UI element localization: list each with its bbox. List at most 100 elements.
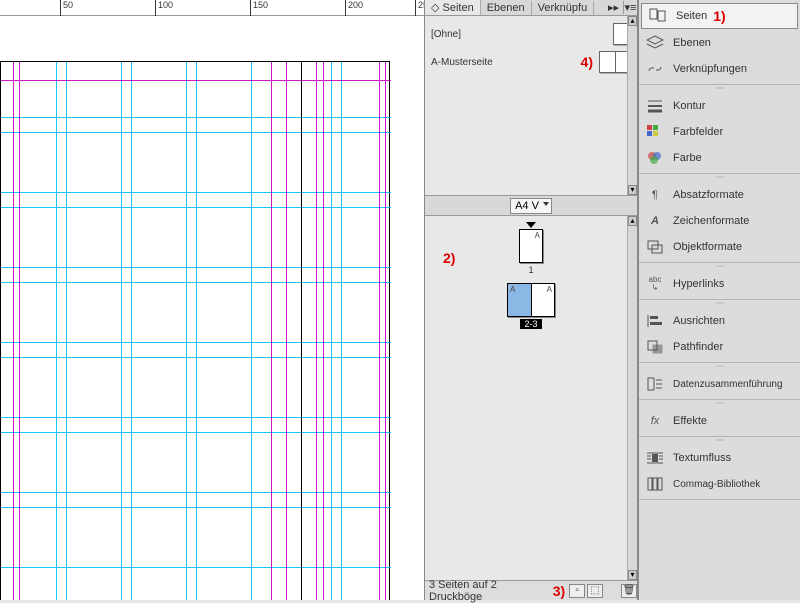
new-page-icon[interactable]: ⬚: [587, 584, 603, 598]
pages-icon: [648, 7, 668, 25]
dock-item-paragraph-styles[interactable]: ¶ Absatzformate: [639, 182, 800, 208]
spread-2-3[interactable]: A A: [507, 283, 555, 317]
panel-dock: Seiten 1) Ebenen Verknüpfungen Kontur Fa…: [638, 0, 800, 600]
page-spread[interactable]: [0, 61, 390, 600]
annotation-4: 4): [581, 54, 593, 70]
pathfinder-icon: [645, 338, 665, 356]
dock-item-effects[interactable]: fx Effekte: [639, 408, 800, 434]
layers-icon: [645, 34, 665, 52]
ruler-tick: 150: [250, 0, 268, 16]
tab-links[interactable]: Verknüpfu: [532, 1, 595, 15]
master-letter: A: [535, 231, 540, 240]
paragraph-icon: ¶: [645, 186, 665, 204]
page-1-thumb[interactable]: A: [519, 229, 543, 263]
ruler-tick: 50: [60, 0, 73, 16]
scroll-down-icon[interactable]: ▾: [628, 185, 637, 195]
dock-label: Objektformate: [673, 241, 742, 253]
document-canvas[interactable]: [0, 16, 424, 600]
panel-tabs: ◇ Seiten Ebenen Verknüpfu ▸▸ ▾≡: [425, 0, 637, 16]
dock-label: Commag-Bibliothek: [673, 479, 760, 490]
dock-label: Farbe: [673, 152, 702, 164]
text-wrap-icon: [645, 449, 665, 467]
master-a-label: A-Musterseite: [431, 57, 581, 68]
dock-item-swatches[interactable]: Farbfelder: [639, 119, 800, 145]
panel-group-5: Ausrichten Pathfinder: [639, 306, 800, 363]
color-icon: [645, 149, 665, 167]
horizontal-ruler: 50 100 150 200 250: [0, 0, 424, 16]
object-styles-icon: [645, 238, 665, 256]
dock-item-layers[interactable]: Ebenen: [639, 30, 800, 56]
page-1-number: 1: [528, 265, 533, 275]
document-area: 50 100 150 200 250: [0, 0, 424, 600]
document-pages-section: A 1 A A 2-3 2) ▴ ▾: [425, 216, 637, 580]
dock-item-hyperlinks[interactable]: abc↳ Hyperlinks: [639, 271, 800, 297]
dock-label: Zeichenformate: [673, 215, 749, 227]
ruler-tick: 200: [345, 0, 363, 16]
dock-item-align[interactable]: Ausrichten: [639, 308, 800, 334]
dock-item-character-styles[interactable]: A Zeichenformate: [639, 208, 800, 234]
panel-group-6: Datenzusammenführung: [639, 369, 800, 400]
pages-scrollbar[interactable]: ▴ ▾: [627, 216, 637, 580]
dock-item-object-styles[interactable]: Objektformate: [639, 234, 800, 260]
dropdown-caret-icon: [543, 202, 549, 206]
dock-item-text-wrap[interactable]: Textumfluss: [639, 445, 800, 471]
dock-item-pages[interactable]: Seiten 1): [641, 3, 798, 29]
pages-panel: ◇ Seiten Ebenen Verknüpfu ▸▸ ▾≡ [Ohne] A…: [424, 0, 638, 600]
page-format-bar: A4 V: [425, 196, 637, 216]
page-2-thumb[interactable]: A: [507, 283, 531, 317]
annotation-1: 1): [713, 8, 725, 24]
effects-icon: fx: [645, 412, 665, 430]
hyperlinks-icon: abc↳: [645, 275, 665, 293]
master-letter: A: [510, 285, 515, 294]
library-icon: [645, 475, 665, 493]
scroll-down-icon[interactable]: ▾: [628, 570, 637, 580]
dock-label: Pathfinder: [673, 341, 723, 353]
collapse-icon[interactable]: ▸▸: [604, 1, 623, 14]
stroke-icon: [645, 97, 665, 115]
master-scrollbar[interactable]: ▴ ▾: [627, 16, 637, 195]
data-merge-icon: [645, 375, 665, 393]
scroll-up-icon[interactable]: ▴: [628, 216, 637, 226]
dock-item-library[interactable]: Commag-Bibliothek: [639, 471, 800, 497]
master-a-row[interactable]: A-Musterseite 4): [431, 48, 631, 76]
tab-pages-label: Seiten: [443, 2, 474, 14]
ruler-tick: 100: [155, 0, 173, 16]
panel-group-8: Textumfluss Commag-Bibliothek: [639, 443, 800, 500]
dock-label: Ausrichten: [673, 315, 725, 327]
spread-number-badge: 2-3: [520, 319, 541, 329]
align-icon: [645, 312, 665, 330]
dock-item-pathfinder[interactable]: Pathfinder: [639, 334, 800, 360]
delete-page-icon[interactable]: 🗑: [621, 584, 637, 598]
page-format-value: A4 V: [515, 200, 539, 212]
ruler-tick: 250: [415, 0, 424, 16]
panel-menu-icon[interactable]: ▾≡: [623, 1, 637, 14]
dock-label: Ebenen: [673, 37, 711, 49]
dock-label: Seiten: [676, 10, 707, 22]
section-start-icon: [526, 222, 536, 228]
footer-status: 3 Seiten auf 2 Druckböge: [429, 579, 553, 603]
dock-item-stroke[interactable]: Kontur: [639, 93, 800, 119]
dock-item-data-merge[interactable]: Datenzusammenführung: [639, 371, 800, 397]
master-none-label: [Ohne]: [431, 29, 613, 40]
dock-item-links[interactable]: Verknüpfungen: [639, 56, 800, 82]
page-3-thumb[interactable]: A: [531, 283, 555, 317]
dock-label: Datenzusammenführung: [673, 379, 783, 390]
dock-label: Hyperlinks: [673, 278, 724, 290]
master-pages-section: [Ohne] A-Musterseite 4) ↖ ▴ ▾: [425, 16, 637, 196]
page-format-select[interactable]: A4 V: [510, 198, 552, 214]
dock-label: Kontur: [673, 100, 705, 112]
master-none-row[interactable]: [Ohne]: [431, 20, 631, 48]
dock-item-color[interactable]: Farbe: [639, 145, 800, 171]
panel-group-3: ¶ Absatzformate A Zeichenformate Objektf…: [639, 180, 800, 263]
panel-group-7: fx Effekte: [639, 406, 800, 437]
tab-layers[interactable]: Ebenen: [481, 1, 532, 15]
page-spine: [301, 62, 302, 600]
scroll-up-icon[interactable]: ▴: [628, 16, 637, 26]
panel-group-4: abc↳ Hyperlinks: [639, 269, 800, 300]
dock-label: Verknüpfungen: [673, 63, 747, 75]
character-icon: A: [645, 212, 665, 230]
tab-pages[interactable]: ◇ Seiten: [425, 0, 481, 15]
swatches-icon: [645, 123, 665, 141]
edit-page-size-icon[interactable]: ▫: [569, 584, 585, 598]
annotation-2: 2): [443, 250, 455, 266]
